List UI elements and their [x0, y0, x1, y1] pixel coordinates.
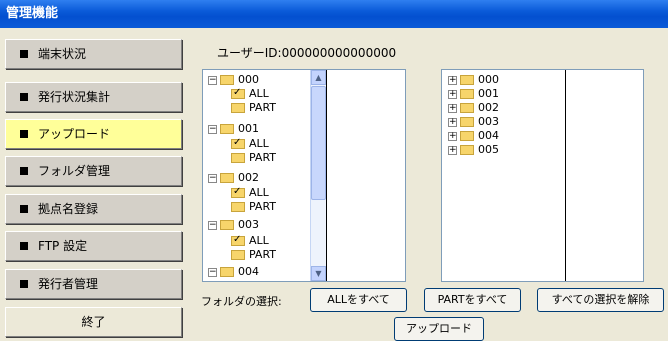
- folder-icon: [220, 173, 234, 183]
- sidebar-item-label: 発行者管理: [38, 277, 99, 291]
- folder-icon: [220, 75, 234, 85]
- sidebar-item-upload[interactable]: アップロード: [5, 119, 182, 149]
- tree-node-004[interactable]: +004: [448, 129, 499, 143]
- right-folder-list[interactable]: +000 +001 +002 +003 +004 +005: [441, 69, 644, 282]
- collapse-icon[interactable]: −: [208, 173, 217, 183]
- tree-node-003[interactable]: −003: [208, 218, 259, 232]
- tree-node-003-part[interactable]: PART: [231, 248, 276, 262]
- tree-node-003-all[interactable]: ALL: [231, 233, 269, 248]
- checked-folder-icon: [231, 185, 245, 199]
- left-tree-scrollbar[interactable]: ▲ ▼: [310, 70, 326, 281]
- exit-button[interactable]: 終了: [5, 307, 182, 337]
- folder-icon: [231, 250, 245, 260]
- tree-node-002-part[interactable]: PART: [231, 200, 276, 214]
- sidebar-item-folder-management[interactable]: フォルダ管理: [5, 156, 182, 186]
- sidebar-item-label: フォルダ管理: [38, 164, 111, 178]
- checked-folder-icon: [231, 136, 245, 150]
- folder-icon: [231, 202, 245, 212]
- tree-node-002-all[interactable]: ALL: [231, 185, 269, 200]
- collapse-icon[interactable]: −: [208, 124, 217, 134]
- tree-node-000[interactable]: +000: [448, 73, 499, 87]
- sidebar-item-ftp-settings[interactable]: FTP 設定: [5, 231, 182, 261]
- checked-folder-icon: [231, 233, 245, 247]
- sidebar: 端末状況 発行状況集計 アップロード フォルダ管理 拠点名登録 FTP 設定 発…: [0, 28, 190, 340]
- tree-node-001-part[interactable]: PART: [231, 151, 276, 165]
- left-folder-list[interactable]: −000 ALL PART −001 ALL PART −002 ALL PAR…: [202, 69, 406, 282]
- tree-node-005[interactable]: +005: [448, 143, 499, 157]
- scroll-thumb[interactable]: [311, 86, 326, 200]
- expand-icon[interactable]: +: [448, 75, 457, 85]
- tree-node-003[interactable]: +003: [448, 115, 499, 129]
- clear-selection-button[interactable]: すべての選択を解除: [537, 288, 664, 312]
- folder-icon: [460, 117, 474, 127]
- sidebar-item-issue-summary[interactable]: 発行状況集計: [5, 82, 182, 112]
- tree-node-001[interactable]: +001: [448, 87, 499, 101]
- select-all-all-button[interactable]: ALLをすべて: [310, 288, 407, 312]
- right-folder-tree[interactable]: +000 +001 +002 +003 +004 +005: [442, 70, 566, 281]
- tree-node-002[interactable]: +002: [448, 101, 499, 115]
- collapse-icon[interactable]: −: [208, 220, 217, 230]
- window-title: 管理機能: [0, 0, 668, 28]
- square-bullet-icon: [20, 166, 28, 175]
- user-id-label: ユーザーID:000000000000000: [217, 46, 397, 60]
- square-bullet-icon: [20, 49, 28, 58]
- select-all-part-button[interactable]: PARTをすべて: [424, 288, 521, 312]
- folder-icon: [220, 267, 234, 277]
- folder-icon: [460, 89, 474, 99]
- sidebar-item-terminal-status[interactable]: 端末状況: [5, 39, 182, 69]
- square-bullet-icon: [20, 92, 28, 101]
- expand-icon[interactable]: +: [448, 145, 457, 155]
- folder-icon: [460, 103, 474, 113]
- tree-node-002[interactable]: −002: [208, 171, 259, 185]
- scroll-up-icon[interactable]: ▲: [311, 70, 326, 85]
- square-bullet-icon: [20, 129, 28, 138]
- collapse-icon[interactable]: −: [208, 267, 217, 277]
- folder-select-label: フォルダの選択:: [201, 295, 282, 308]
- upload-button[interactable]: アップロード: [394, 317, 484, 341]
- expand-icon[interactable]: +: [448, 117, 457, 127]
- tree-node-000-all[interactable]: ALL: [231, 86, 269, 101]
- folder-icon: [231, 153, 245, 163]
- square-bullet-icon: [20, 241, 28, 250]
- expand-icon[interactable]: +: [448, 103, 457, 113]
- tree-node-000[interactable]: −000: [208, 73, 259, 87]
- folder-icon: [231, 103, 245, 113]
- square-bullet-icon: [20, 204, 28, 213]
- folder-icon: [220, 124, 234, 134]
- tree-node-004[interactable]: −004: [208, 265, 259, 279]
- tree-node-001-all[interactable]: ALL: [231, 136, 269, 151]
- checked-folder-icon: [231, 86, 245, 100]
- folder-icon: [460, 145, 474, 155]
- sidebar-item-label: 拠点名登録: [38, 202, 99, 216]
- sidebar-item-label: FTP 設定: [38, 239, 88, 253]
- sidebar-item-issuer-management[interactable]: 発行者管理: [5, 269, 182, 299]
- tree-node-001[interactable]: −001: [208, 122, 259, 136]
- folder-icon: [460, 131, 474, 141]
- folder-icon: [460, 75, 474, 85]
- square-bullet-icon: [20, 279, 28, 288]
- sidebar-item-label: アップロード: [38, 127, 111, 141]
- expand-icon[interactable]: +: [448, 131, 457, 141]
- main-panel: ユーザーID:000000000000000 −000 ALL PART −00…: [193, 28, 668, 341]
- collapse-icon[interactable]: −: [208, 75, 217, 85]
- expand-icon[interactable]: +: [448, 89, 457, 99]
- sidebar-item-label: 端末状況: [38, 47, 87, 61]
- tree-node-000-part[interactable]: PART: [231, 101, 276, 115]
- left-folder-tree[interactable]: −000 ALL PART −001 ALL PART −002 ALL PAR…: [203, 70, 327, 281]
- sidebar-item-site-registration[interactable]: 拠点名登録: [5, 194, 182, 224]
- folder-icon: [220, 220, 234, 230]
- scroll-down-icon[interactable]: ▼: [311, 266, 326, 281]
- sidebar-item-label: 発行状況集計: [38, 90, 111, 104]
